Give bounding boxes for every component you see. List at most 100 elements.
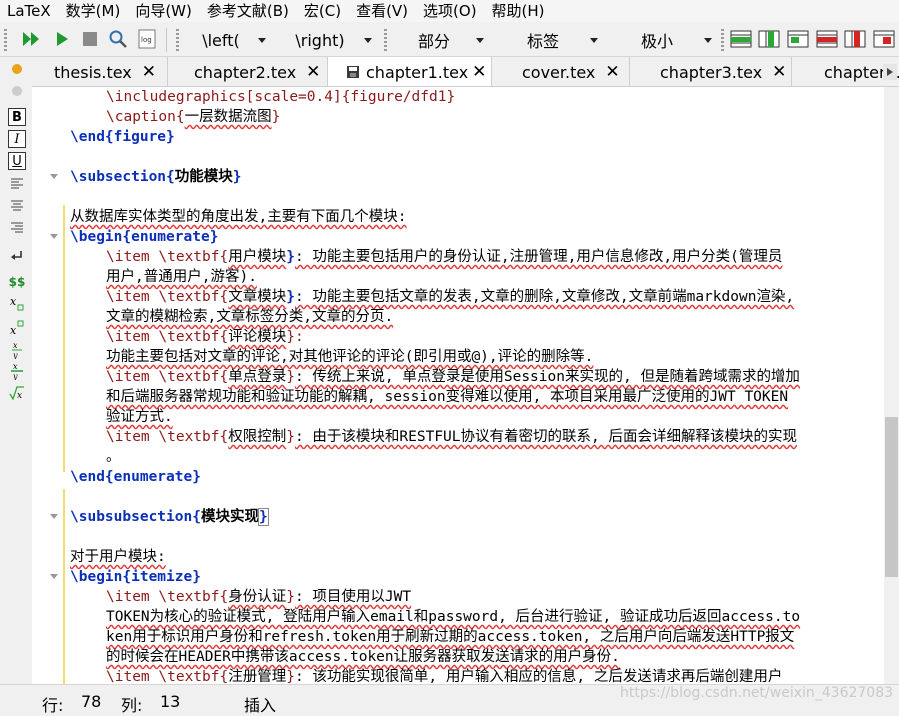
- close-icon[interactable]: ✕: [605, 62, 619, 82]
- left-delimiter-combo[interactable]: \left(: [184, 27, 270, 53]
- toolbar-grip[interactable]: [4, 29, 7, 51]
- scope-highlight: [63, 205, 65, 472]
- code-line: TOKEN为核心的验证模式, 登陆用户输入email和password, 后台进…: [106, 609, 801, 625]
- code-editor[interactable]: \includegraphics[scale=0.4]{figure/dfd1}…: [32, 87, 884, 684]
- quick-build-icon[interactable]: [20, 27, 44, 51]
- tab-chapter1[interactable]: chapter1.tex ✕: [328, 57, 492, 86]
- label-combo[interactable]: 标签: [496, 27, 602, 53]
- table-remove-cell-icon[interactable]: [872, 27, 896, 51]
- section-combo[interactable]: 部分: [392, 27, 488, 53]
- menu-bibliography[interactable]: 参考文献(B): [200, 1, 297, 21]
- svg-text:x: x: [10, 295, 17, 308]
- svg-text:y: y: [12, 372, 18, 380]
- code-line: \end{figure}: [70, 129, 175, 145]
- code-line: 从数据库实体类型的角度出发,主要有下面几个模块:: [70, 209, 407, 225]
- code-line: 对于用户模块:: [70, 549, 166, 565]
- bold-icon[interactable]: B: [8, 108, 26, 126]
- superscript-icon[interactable]: x: [8, 319, 26, 337]
- align-right-icon[interactable]: [8, 219, 26, 237]
- tab-scroll-right-icon[interactable]: [883, 64, 897, 80]
- code-line: 和后端服务器常规功能和验证功能的解耦, session变得难以使用, 本项目采用…: [106, 389, 789, 405]
- code-line: \item \textbf{注册管理}: 该功能实现很简单, 用户输入相应的信息…: [106, 669, 783, 684]
- toolbar-grip-2[interactable]: [176, 29, 179, 51]
- tab-thesis[interactable]: thesis.tex ✕: [32, 57, 168, 86]
- fraction-icon[interactable]: xy: [8, 341, 26, 359]
- italic-icon[interactable]: I: [8, 130, 26, 148]
- close-icon[interactable]: ✕: [306, 62, 320, 82]
- code-line: ken用于标识用户身份和refresh.token用于刷新过期的access.t…: [106, 629, 795, 645]
- table-add-cell-icon[interactable]: [786, 27, 810, 51]
- svg-text:x: x: [13, 362, 18, 371]
- menu-help[interactable]: 帮助(H): [485, 1, 553, 21]
- structure-sidebar: B I U $$ x x xy xy x: [0, 57, 32, 684]
- code-line: \end{enumerate}: [70, 469, 201, 485]
- chevron-down-icon: [364, 37, 372, 43]
- newline-icon[interactable]: [8, 247, 26, 265]
- tab-chapter3[interactable]: chapter3.tex ✕: [630, 57, 792, 86]
- toolbar-grip-3[interactable]: [384, 29, 387, 51]
- toolbar-grip-4[interactable]: [721, 29, 724, 51]
- size-combo[interactable]: 极小: [610, 27, 716, 53]
- table-add-column-icon[interactable]: [757, 27, 781, 51]
- underline-icon[interactable]: U: [8, 152, 26, 170]
- sqrt-icon[interactable]: x: [8, 384, 26, 402]
- code-line: \subsubsection{模块实现}: [70, 508, 269, 526]
- table-add-row-icon[interactable]: [729, 27, 753, 51]
- save-icon: [347, 66, 359, 78]
- subscript-icon[interactable]: x: [8, 295, 26, 313]
- close-icon[interactable]: ✕: [772, 62, 786, 82]
- text-caret: [267, 509, 269, 525]
- row-value: 78: [81, 692, 102, 711]
- right-delimiter-combo[interactable]: \right): [276, 27, 376, 53]
- tab-cover[interactable]: cover.tex ✕: [492, 57, 630, 86]
- bookmark-icon[interactable]: [8, 60, 26, 78]
- toolbar: log \left( \right) 部分 标签 极小: [0, 22, 899, 57]
- menu-bar: LaTeX 数学(M) 向导(W) 参考文献(B) 宏(C) 查看(V) 选项(…: [0, 0, 899, 22]
- svg-text:x: x: [17, 391, 22, 401]
- menu-wizards[interactable]: 向导(W): [128, 1, 200, 21]
- tab-bar: thesis.tex ✕ chapter2.tex ✕ chapter1.tex…: [32, 57, 899, 87]
- close-icon[interactable]: ✕: [142, 62, 156, 82]
- code-line: \item \textbf{用户模块}: 功能主要包括用户的身份认证,注册管理,…: [106, 249, 783, 265]
- scrollbar-thumb[interactable]: [885, 417, 898, 577]
- view-icon[interactable]: [106, 27, 130, 51]
- chevron-down-icon: [258, 37, 266, 43]
- code-line: \item \textbf{权限控制}: 由于该模块和RESTFUL协议有着密切…: [106, 429, 797, 445]
- menu-macros[interactable]: 宏(C): [297, 1, 349, 21]
- scope-highlight: [63, 489, 65, 684]
- chevron-down-icon: [590, 37, 598, 43]
- code-line: 功能主要包括对文章的评论,对其他评论的评论(即引用或@),评论的删除等.: [106, 349, 594, 365]
- code-line: 验证方式.: [106, 409, 173, 425]
- code-line: \begin{itemize}: [70, 569, 201, 585]
- row-label: 行:: [42, 696, 64, 715]
- dfrac-icon[interactable]: xy: [8, 362, 26, 380]
- menu-options[interactable]: 选项(O): [416, 1, 485, 21]
- table-remove-row-icon[interactable]: [815, 27, 839, 51]
- table-remove-column-icon[interactable]: [843, 27, 867, 51]
- tab-chapter2[interactable]: chapter2.tex ✕: [168, 57, 328, 86]
- stop-icon[interactable]: [78, 27, 102, 51]
- align-center-icon[interactable]: [8, 197, 26, 215]
- math-dollar-icon[interactable]: $$: [8, 273, 26, 291]
- vertical-scrollbar[interactable]: [884, 87, 899, 684]
- align-left-icon[interactable]: [8, 175, 26, 193]
- code-line: \item \textbf{评论模块}:: [106, 329, 304, 345]
- fold-icon[interactable]: [50, 234, 58, 239]
- col-label: 列:: [121, 696, 143, 715]
- svg-text:y: y: [12, 351, 18, 359]
- svg-text:x: x: [13, 341, 18, 350]
- log-icon[interactable]: log: [135, 27, 159, 51]
- fold-icon[interactable]: [50, 174, 58, 179]
- bookmark-disabled-icon[interactable]: [8, 82, 26, 100]
- fold-icon[interactable]: [50, 514, 58, 519]
- chevron-down-icon: [704, 37, 712, 43]
- menu-view[interactable]: 查看(V): [349, 1, 416, 21]
- compile-icon[interactable]: [50, 27, 74, 51]
- fold-icon[interactable]: [50, 574, 58, 579]
- menu-math[interactable]: 数学(M): [59, 1, 129, 21]
- menu-latex[interactable]: LaTeX: [0, 1, 59, 21]
- code-line: 文章的模糊检索,文章标签分类,文章的分页.: [106, 309, 394, 325]
- close-icon[interactable]: ✕: [472, 62, 486, 82]
- code-line: 用户,普通用户,游客).: [106, 269, 257, 285]
- tab-label: thesis.tex: [54, 62, 132, 82]
